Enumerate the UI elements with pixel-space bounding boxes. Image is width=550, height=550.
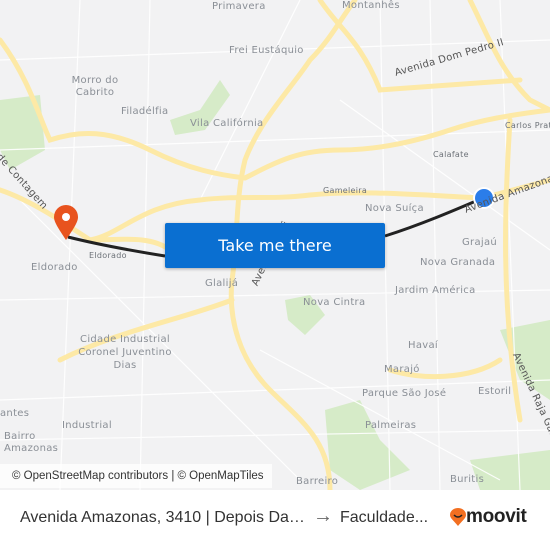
map-label: Bairro Amazonas xyxy=(4,431,59,454)
map-label: Cidade Industrial Coronel Juventino Dias xyxy=(78,334,172,371)
map-label: Glalijá xyxy=(205,278,239,289)
moovit-pin-icon xyxy=(450,508,466,526)
moovit-wordmark: moovit xyxy=(466,506,527,527)
map-label: Barreiro xyxy=(296,476,339,487)
map-label: Jardim América xyxy=(395,285,476,296)
map-label: Gameleira xyxy=(323,186,368,195)
map-label: Marajó xyxy=(384,364,420,375)
map-label: Frei Eustáquio xyxy=(229,45,304,56)
arrow-right-icon: → xyxy=(313,505,333,527)
map-label: antes xyxy=(0,408,30,419)
map-label: Eldorado xyxy=(31,262,78,273)
map-label: Vila Califórnia xyxy=(190,118,264,129)
road xyxy=(467,0,550,113)
map-label: Palmeiras xyxy=(365,420,417,431)
road xyxy=(503,117,523,423)
map-label: Eldorado xyxy=(89,251,127,260)
map-label: Industrial xyxy=(62,420,112,431)
map-label: Buritis xyxy=(450,474,485,485)
footer-bar: Avenida Amazonas, 3410 | Depois Da Rua P… xyxy=(0,490,550,550)
map-label: Nova Cintra xyxy=(303,297,366,308)
map-label: Filadélfia xyxy=(121,106,169,117)
moovit-logo[interactable]: moovit xyxy=(450,506,527,528)
map-label: Parque São José xyxy=(362,388,447,399)
map-label: Havaí xyxy=(408,340,438,351)
destination-pin-icon xyxy=(54,205,78,240)
map-label: Primavera xyxy=(212,1,266,12)
map-label: Nova Suíça xyxy=(365,203,424,214)
map-attribution[interactable]: © OpenStreetMap contributors | © OpenMap… xyxy=(0,464,272,488)
take-me-there-button[interactable]: Take me there xyxy=(165,223,385,268)
map-label: Carlos Prates xyxy=(505,121,550,130)
map-label: Morro do Cabrito xyxy=(71,75,119,98)
map-label: Estoril xyxy=(478,386,512,397)
map[interactable]: Primavera Montanhês Frei Eustáquio Morro… xyxy=(0,0,550,490)
map-label: Calafate xyxy=(433,150,469,159)
origin-stop-name: Avenida Amazonas, 3410 | Depois Da Rua P… xyxy=(20,509,305,526)
destination-name: Faculdade... xyxy=(340,509,429,526)
map-label: Nova Granada xyxy=(420,257,496,268)
map-label: Montanhês xyxy=(342,0,400,11)
map-label: Grajaú xyxy=(462,237,498,248)
